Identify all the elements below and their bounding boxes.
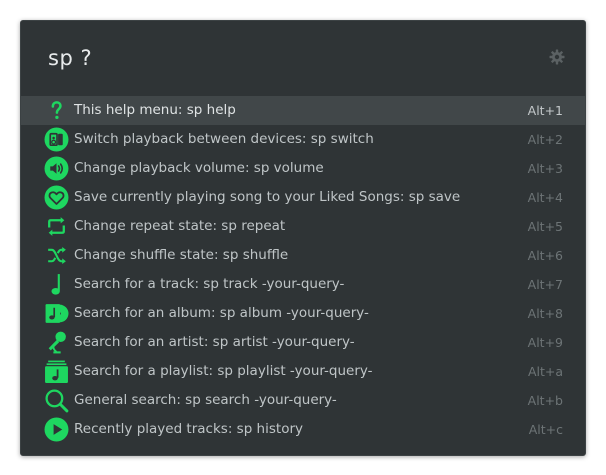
result-item-help[interactable]: This help menu: sp help Alt+1	[21, 96, 585, 125]
result-shortcut: Alt+c	[528, 422, 563, 437]
result-shortcut: Alt+6	[527, 248, 563, 263]
gear-icon[interactable]	[549, 49, 565, 65]
result-shortcut: Alt+5	[527, 219, 563, 234]
result-label: Change repeat state: sp repeat	[74, 218, 286, 234]
result-shortcut: Alt+b	[527, 393, 563, 408]
playlist-icon	[44, 359, 69, 384]
repeat-icon	[44, 214, 69, 239]
result-label: Search for a playlist: sp playlist -your…	[74, 363, 373, 379]
volume-icon	[44, 156, 69, 181]
heart-icon	[44, 185, 69, 210]
result-label: Search for a track: sp track -your-query…	[74, 276, 345, 292]
result-item-track[interactable]: Search for a track: sp track -your-query…	[21, 270, 585, 299]
microphone-icon	[44, 330, 69, 355]
result-item-search[interactable]: General search: sp search -your-query- A…	[21, 386, 585, 415]
result-item-history[interactable]: Recently played tracks: sp history Alt+c	[21, 415, 585, 444]
result-label: Recently played tracks: sp history	[74, 421, 303, 437]
result-shortcut: Alt+9	[527, 335, 563, 350]
music-note-icon	[44, 272, 69, 297]
result-label: Search for an album: sp album -your-quer…	[74, 305, 369, 321]
launcher-window: This help menu: sp help Alt+1 Switch pla…	[20, 20, 586, 456]
result-item-save[interactable]: Save currently playing song to your Like…	[21, 183, 585, 212]
question-mark-icon	[44, 98, 69, 123]
result-shortcut: Alt+7	[527, 277, 563, 292]
play-circle-icon	[44, 417, 69, 442]
result-item-shuffle[interactable]: Change shuffle state: sp shuffle Alt+6	[21, 241, 585, 270]
album-icon	[44, 301, 69, 326]
results-list: This help menu: sp help Alt+1 Switch pla…	[21, 96, 585, 444]
result-shortcut: Alt+8	[527, 306, 563, 321]
result-label: Change shuffle state: sp shuffle	[74, 247, 289, 263]
result-shortcut: Alt+4	[527, 190, 563, 205]
devices-icon	[44, 127, 69, 152]
result-label: Change playback volume: sp volume	[74, 160, 324, 176]
result-label: This help menu: sp help	[74, 102, 236, 118]
query-input[interactable]	[48, 42, 528, 74]
search-icon	[44, 388, 69, 413]
shuffle-icon	[44, 243, 69, 268]
result-item-artist[interactable]: Search for an artist: sp artist -your-qu…	[21, 328, 585, 357]
query-row	[21, 21, 585, 95]
result-item-repeat[interactable]: Change repeat state: sp repeat Alt+5	[21, 212, 585, 241]
result-item-volume[interactable]: Change playback volume: sp volume Alt+3	[21, 154, 585, 183]
result-item-switch[interactable]: Switch playback between devices: sp swit…	[21, 125, 585, 154]
result-label: Save currently playing song to your Like…	[74, 189, 461, 205]
result-shortcut: Alt+a	[527, 364, 563, 379]
result-shortcut: Alt+3	[527, 161, 563, 176]
result-item-playlist[interactable]: Search for a playlist: sp playlist -your…	[21, 357, 585, 386]
result-label: Search for an artist: sp artist -your-qu…	[74, 334, 355, 350]
result-shortcut: Alt+1	[527, 103, 563, 118]
result-item-album[interactable]: Search for an album: sp album -your-quer…	[21, 299, 585, 328]
result-label: Switch playback between devices: sp swit…	[74, 131, 374, 147]
result-label: General search: sp search -your-query-	[74, 392, 337, 408]
result-shortcut: Alt+2	[527, 132, 563, 147]
